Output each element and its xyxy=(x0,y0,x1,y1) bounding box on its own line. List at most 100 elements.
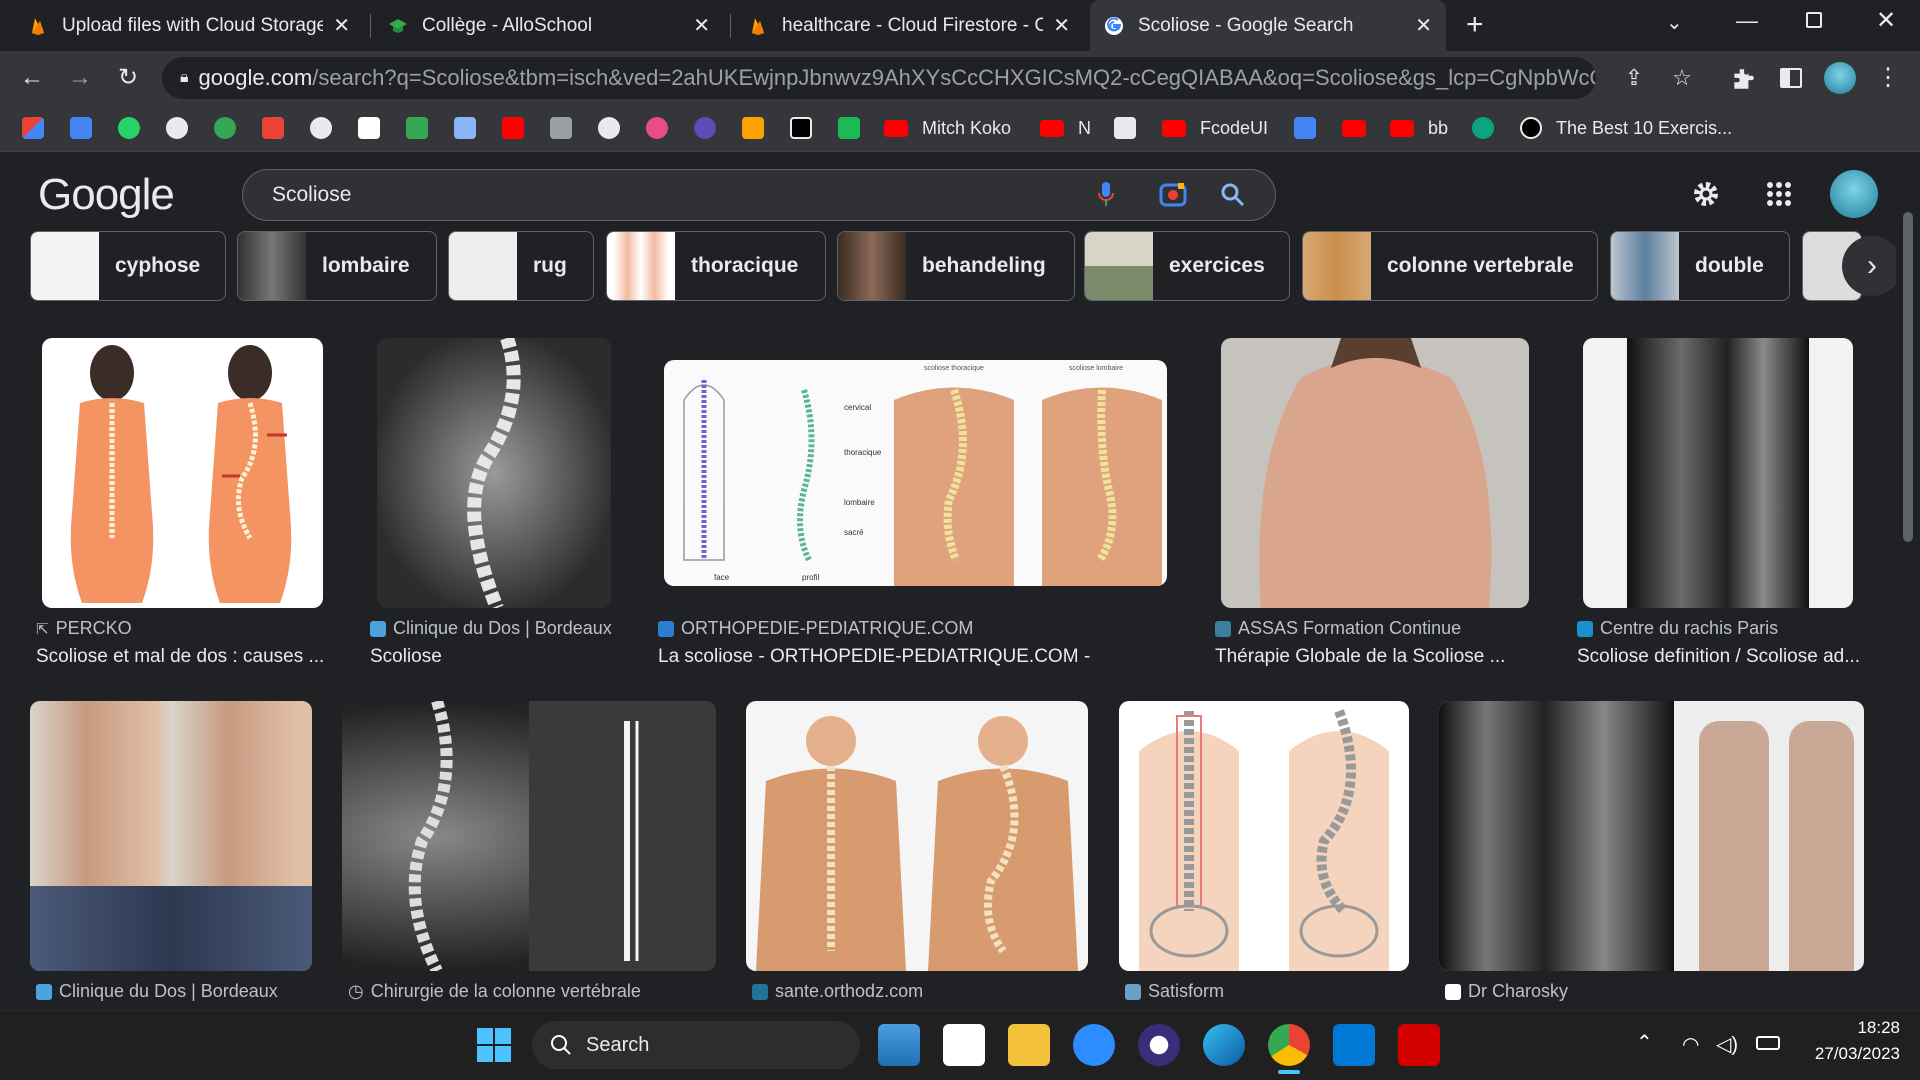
tab-upload-files[interactable]: Upload files with Cloud Storage c ✕ xyxy=(14,0,364,51)
result-image-rachis[interactable] xyxy=(1583,338,1853,608)
result-caption[interactable]: Scoliose et mal de dos : causes ... xyxy=(36,646,326,668)
youtube-icon[interactable] xyxy=(502,117,524,139)
site-icon[interactable] xyxy=(694,117,716,139)
result-caption[interactable]: Scoliose definition / Scoliose ad... xyxy=(1577,646,1877,668)
camera-lens-icon[interactable] xyxy=(1158,180,1188,210)
chip-thoracique[interactable]: thoracique xyxy=(606,231,826,301)
vuetify-icon[interactable] xyxy=(838,117,860,139)
vscode-icon[interactable] xyxy=(1333,1024,1375,1066)
graduation-cap-icon[interactable] xyxy=(406,117,428,139)
youtube-icon[interactable] xyxy=(1342,120,1366,137)
result-image-xray[interactable] xyxy=(377,338,611,608)
profile-avatar[interactable] xyxy=(1824,62,1856,94)
taskbar-search[interactable]: Search xyxy=(532,1021,860,1069)
result-image-orthopedie[interactable]: cervical thoracique lombaire sacré face … xyxy=(664,360,1167,586)
search-query[interactable]: Scoliose xyxy=(272,183,351,207)
search-icon[interactable] xyxy=(1220,182,1246,208)
store-icon[interactable] xyxy=(943,1024,985,1066)
new-tab-button[interactable]: + xyxy=(1466,8,1484,42)
chip-colonne-vertebrale[interactable]: colonne vertebrale xyxy=(1302,231,1598,301)
zoom-icon[interactable] xyxy=(1073,1024,1115,1066)
share-icon[interactable]: ⇪ xyxy=(1616,60,1652,96)
wifi-icon[interactable]: ◠ xyxy=(1682,1032,1699,1057)
tab-google-search[interactable]: Scoliose - Google Search ✕ xyxy=(1090,0,1446,51)
site-icon[interactable] xyxy=(790,117,812,139)
result-source-row[interactable]: Satisform xyxy=(1125,981,1224,1002)
site-icon[interactable] xyxy=(358,117,380,139)
menu-kebab-icon[interactable]: ⋮ xyxy=(1870,60,1906,96)
windows-start-icon[interactable] xyxy=(476,1027,512,1063)
chip-double[interactable]: double xyxy=(1610,231,1790,301)
github-icon[interactable] xyxy=(598,117,620,139)
side-panel-icon[interactable] xyxy=(1780,68,1802,88)
google-logo[interactable]: Google xyxy=(38,170,175,220)
chip-rug[interactable]: rug xyxy=(448,231,594,301)
gmail-icon[interactable] xyxy=(22,117,44,139)
search-input[interactable] xyxy=(242,169,1276,221)
tab-alloschool[interactable]: Collège - AlloSchool ✕ xyxy=(374,0,724,51)
tab-search-chevron-icon[interactable]: ⌄ xyxy=(1666,10,1683,35)
chips-next-chevron-icon[interactable]: › xyxy=(1842,236,1902,296)
result-image-charosky[interactable] xyxy=(1439,701,1864,971)
site-icon[interactable] xyxy=(1114,117,1136,139)
translate-icon[interactable] xyxy=(70,117,92,139)
scrollbar-thumb[interactable] xyxy=(1903,212,1913,542)
back-arrow-icon[interactable]: ← xyxy=(14,60,50,96)
site-icon[interactable] xyxy=(454,117,476,139)
result-source-row[interactable]: ◷ Chirurgie de la colonne vertébrale xyxy=(348,981,641,1002)
chevron-up-icon[interactable]: ⌃ xyxy=(1636,1030,1653,1055)
close-window-icon[interactable]: ✕ xyxy=(1876,6,1896,35)
cdc-icon[interactable] xyxy=(1294,117,1316,139)
close-tab-icon[interactable]: ✕ xyxy=(693,13,710,38)
firebase-icon[interactable] xyxy=(742,117,764,139)
result-source-row[interactable]: Clinique du Dos | Bordeaux xyxy=(36,981,278,1002)
chip-behandeling[interactable]: behandeling xyxy=(837,231,1075,301)
microphone-icon[interactable] xyxy=(1094,180,1118,208)
result-source-row[interactable]: Dr Charosky xyxy=(1445,981,1568,1002)
volume-icon[interactable]: ◁) xyxy=(1716,1032,1738,1057)
file-explorer-icon[interactable] xyxy=(1008,1024,1050,1066)
result-source-row[interactable]: sante.orthodz.com xyxy=(752,981,923,1002)
mail-icon[interactable] xyxy=(878,1024,920,1066)
minimize-icon[interactable]: — xyxy=(1736,8,1758,34)
result-source-row[interactable]: ⇱ PERCKO xyxy=(36,618,132,639)
bookmark-best-10-exercises[interactable]: The Best 10 Exercis... xyxy=(1520,113,1732,143)
battery-icon[interactable] xyxy=(1756,1036,1780,1050)
acrobat-icon[interactable] xyxy=(1398,1024,1440,1066)
extensions-icon[interactable] xyxy=(1730,66,1756,92)
result-source-row[interactable]: ORTHOPEDIE-PEDIATRIQUE.COM xyxy=(658,618,973,639)
bookmark-bb[interactable]: bb xyxy=(1390,113,1448,143)
tab-firestore[interactable]: healthcare - Cloud Firestore - Co ✕ xyxy=(734,0,1084,51)
result-source-row[interactable]: ASSAS Formation Continue xyxy=(1215,618,1461,639)
result-image-surgery-xray[interactable] xyxy=(342,701,716,971)
site-icon[interactable] xyxy=(166,117,188,139)
clock-time[interactable]: 18:28 xyxy=(1800,1018,1900,1038)
close-tab-icon[interactable]: ✕ xyxy=(1053,13,1070,38)
forward-arrow-icon[interactable]: → xyxy=(62,60,98,96)
result-caption[interactable]: Thérapie Globale de la Scoliose ... xyxy=(1215,646,1515,668)
result-image-orthodz[interactable] xyxy=(746,701,1088,971)
result-image-percko[interactable] xyxy=(42,338,323,608)
settings-gear-icon[interactable] xyxy=(1690,178,1722,210)
page-scrollbar[interactable] xyxy=(1896,152,1920,1010)
bookmark-fcodeui[interactable]: FcodeUI xyxy=(1162,113,1268,143)
dribbble-icon[interactable] xyxy=(646,117,668,139)
bookmark-mitch-koko[interactable]: Mitch Koko xyxy=(884,113,1011,143)
chip-lombaire[interactable]: lombaire xyxy=(237,231,437,301)
reload-icon[interactable]: ↻ xyxy=(110,60,146,96)
result-image-satisform[interactable] xyxy=(1119,701,1409,971)
restore-icon[interactable] xyxy=(1806,12,1822,28)
edge-icon[interactable] xyxy=(1203,1024,1245,1066)
chip-cyphose[interactable]: cyphose xyxy=(30,231,226,301)
result-source-row[interactable]: Clinique du Dos | Bordeaux xyxy=(370,618,612,639)
layers-icon[interactable] xyxy=(550,117,572,139)
bookmark-n[interactable]: N xyxy=(1040,113,1091,143)
app-icon[interactable] xyxy=(1138,1024,1180,1066)
whatsapp-icon[interactable] xyxy=(118,117,140,139)
result-image-back-photo[interactable] xyxy=(1221,338,1529,608)
chatgpt-icon[interactable] xyxy=(1472,117,1494,139)
result-caption[interactable]: Scoliose xyxy=(370,646,630,668)
result-caption[interactable]: La scoliose - ORTHOPEDIE-PEDIATRIQUE.COM… xyxy=(658,646,1178,668)
apps-grid-icon[interactable] xyxy=(1766,181,1792,207)
close-tab-icon[interactable]: ✕ xyxy=(333,13,350,38)
